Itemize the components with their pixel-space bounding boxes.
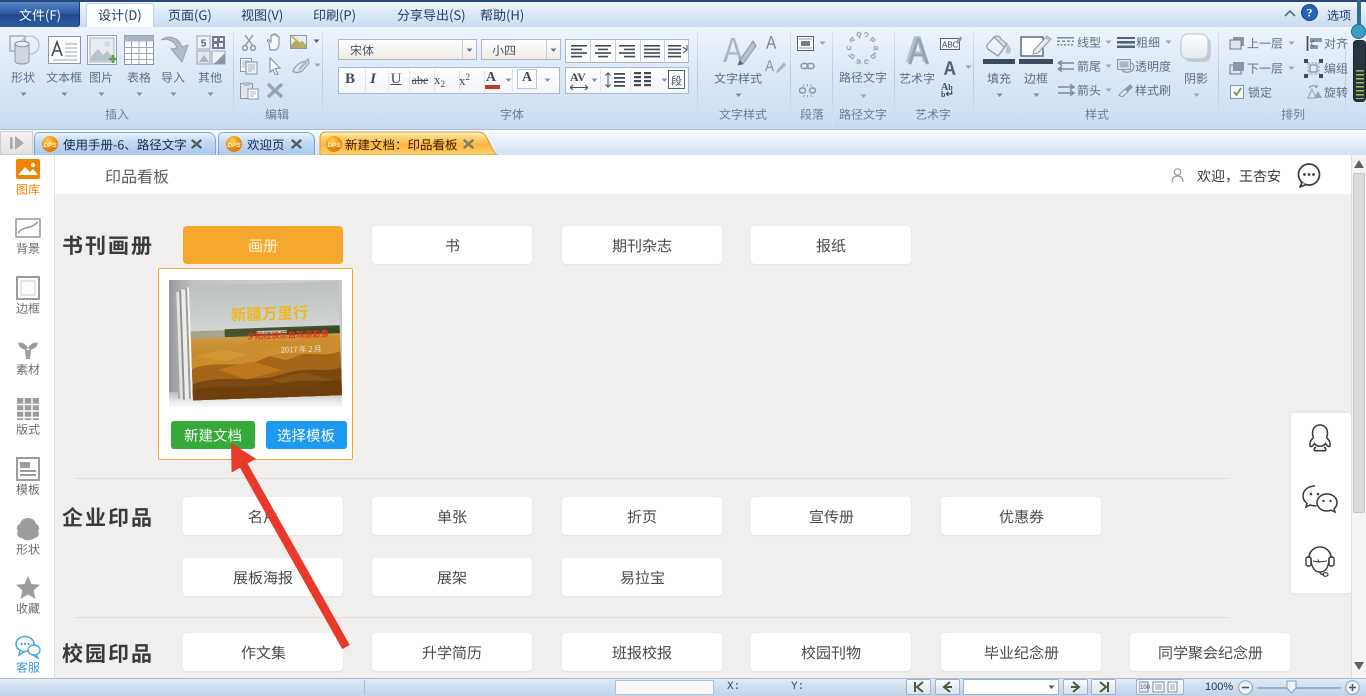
svg-text:DPS: DPS bbox=[327, 142, 341, 149]
svg-text:DPS: DPS bbox=[227, 142, 241, 149]
svg-text:100: 100 bbox=[1140, 685, 1151, 691]
svg-text:?: ? bbox=[1307, 6, 1313, 20]
svg-text:5: 5 bbox=[201, 39, 207, 50]
svg-text:DPS: DPS bbox=[43, 142, 57, 149]
